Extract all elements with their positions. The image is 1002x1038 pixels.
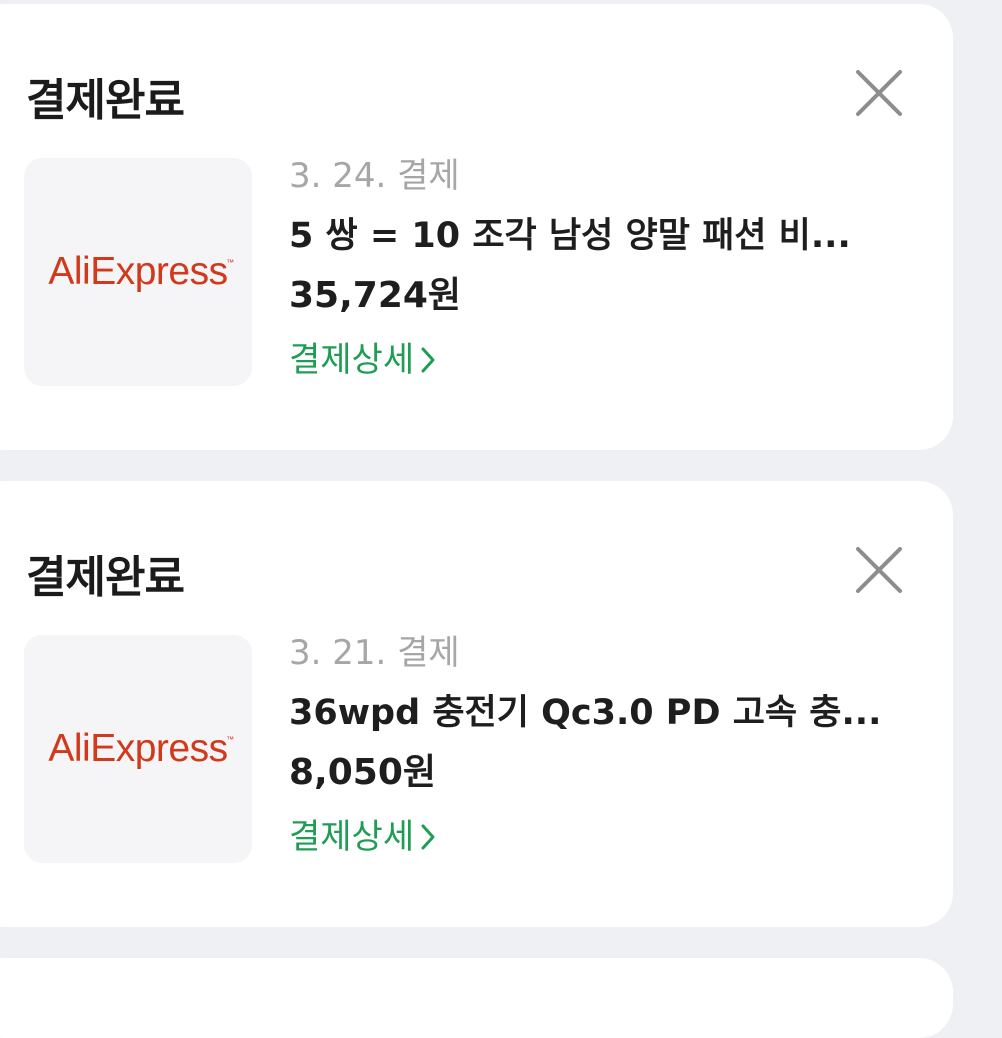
payment-detail-label: 결제상세 xyxy=(289,817,415,857)
close-icon xyxy=(856,70,902,116)
chevron-right-icon xyxy=(421,347,435,373)
close-button[interactable] xyxy=(854,545,904,595)
payment-detail-link[interactable]: 결제상세 xyxy=(289,338,436,382)
payment-info: 3. 21. 결제 36wpd 충전기 Qc3.0 PD 고속 충... 8,0… xyxy=(289,631,889,859)
close-icon xyxy=(856,547,902,593)
payment-status: 결제완료 xyxy=(26,552,185,603)
product-title[interactable]: 36wpd 충전기 Qc3.0 PD 고속 충... xyxy=(289,691,884,735)
payment-status: 결제완료 xyxy=(26,75,185,126)
payment-card: 결제완료 AliExpress ™ 3. 24. 결제 5 쌍 = 10 조각 남… xyxy=(0,4,953,450)
payment-date: 3. 24. 결제 xyxy=(289,156,460,196)
payment-amount: 35,724원 xyxy=(289,275,462,316)
payment-date: 3. 21. 결제 xyxy=(289,633,460,673)
payment-detail-label: 결제상세 xyxy=(289,340,415,380)
payment-amount: 8,050원 xyxy=(289,752,436,793)
close-button[interactable] xyxy=(854,68,904,118)
chevron-right-icon xyxy=(421,824,435,850)
aliexpress-logo: AliExpress ™ xyxy=(48,250,234,293)
payment-info: 3. 24. 결제 5 쌍 = 10 조각 남성 양말 패션 비... 35,7… xyxy=(289,154,889,382)
payment-card: 결제완료 AliExpress ™ 3. 21. 결제 36wpd 충전기 Qc3… xyxy=(0,481,953,927)
aliexpress-logo: AliExpress ™ xyxy=(48,727,234,770)
payment-card-partial xyxy=(0,958,953,1038)
merchant-thumbnail[interactable]: AliExpress ™ xyxy=(24,635,252,863)
product-title[interactable]: 5 쌍 = 10 조각 남성 양말 패션 비... xyxy=(289,214,884,258)
payment-detail-link[interactable]: 결제상세 xyxy=(289,815,436,859)
merchant-thumbnail[interactable]: AliExpress ™ xyxy=(24,158,252,386)
